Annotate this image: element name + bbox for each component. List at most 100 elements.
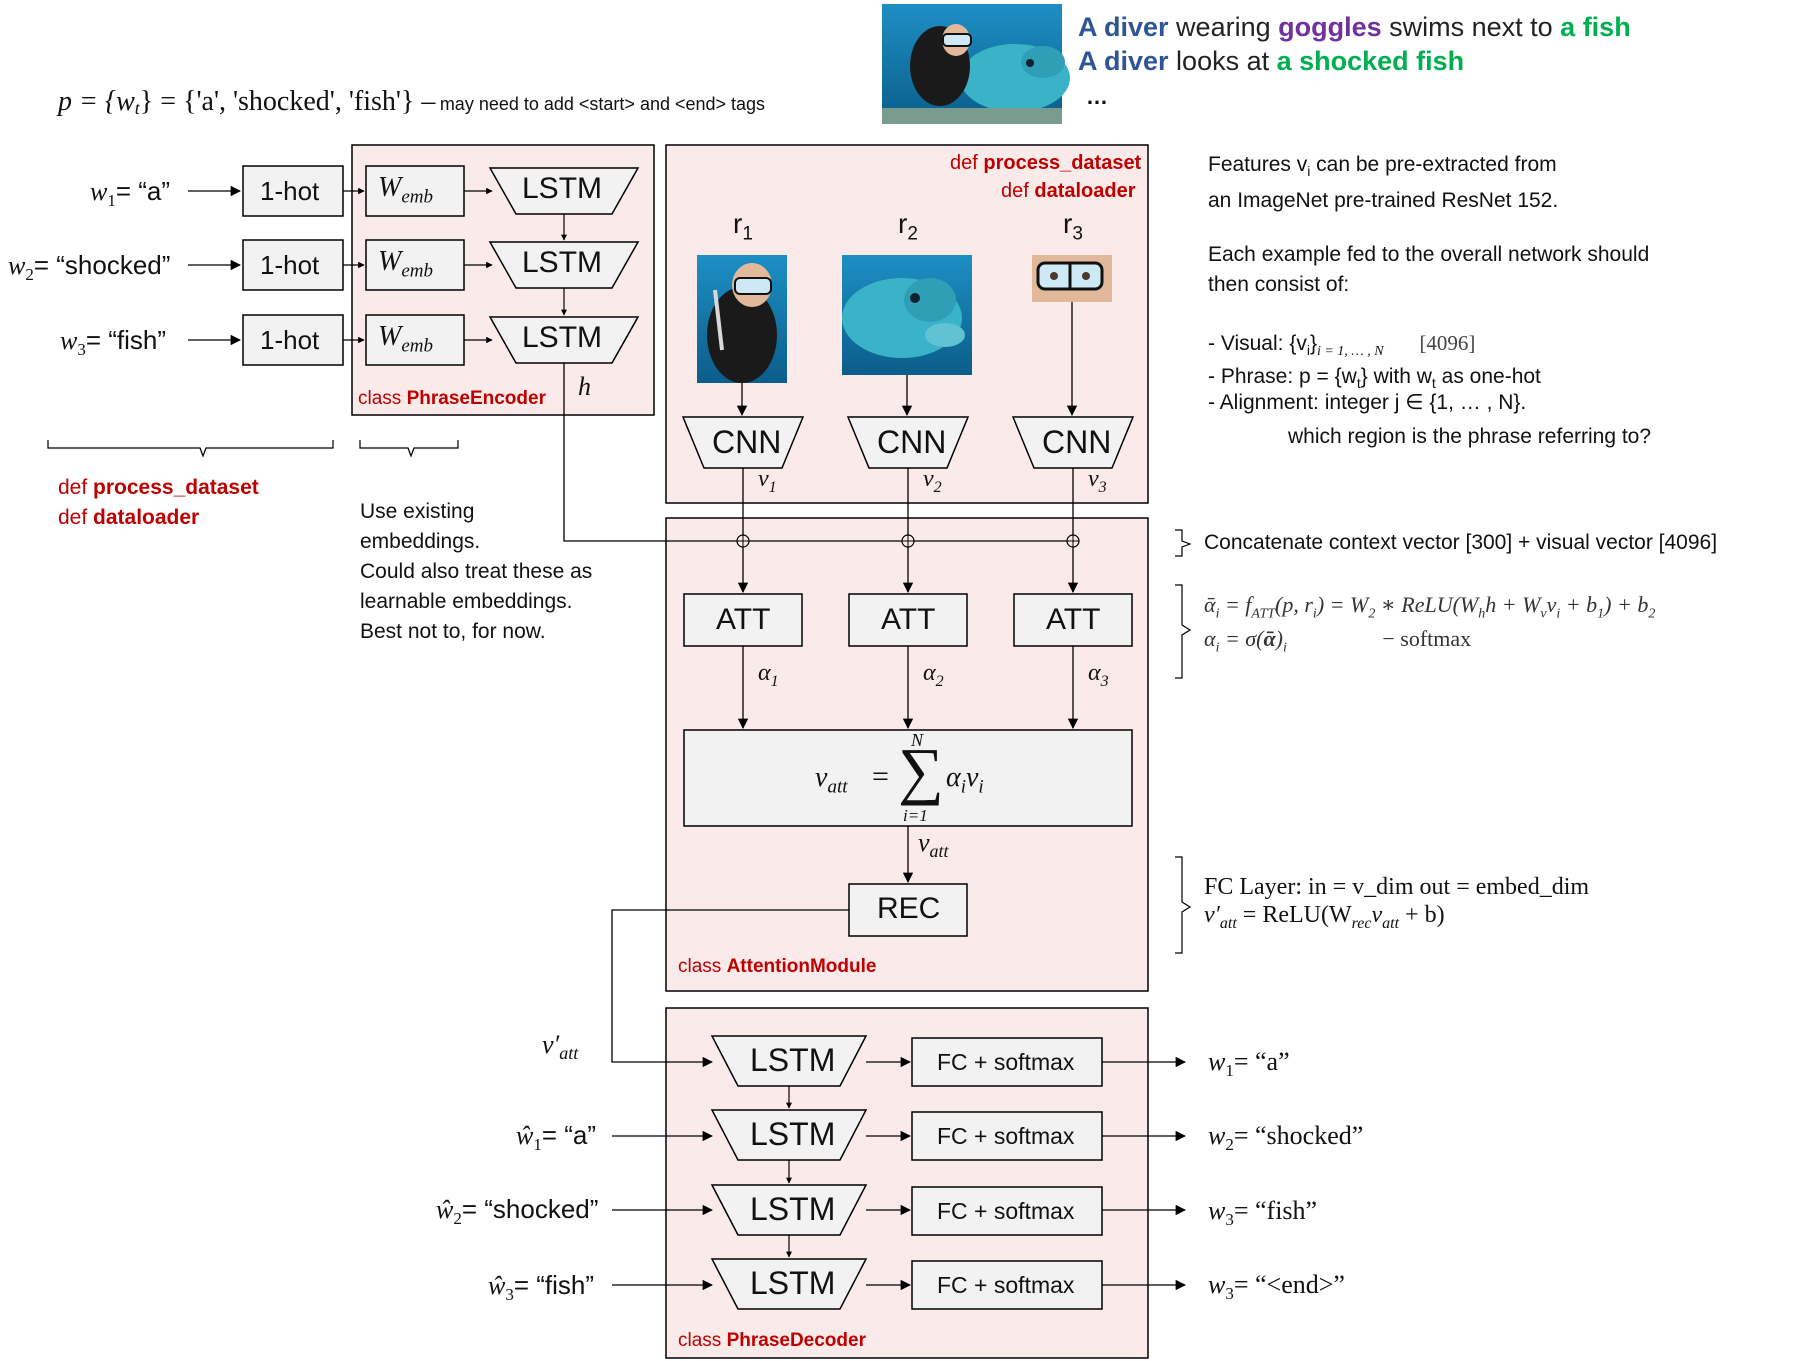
wemb-sub: emb — [401, 335, 433, 357]
fc-label-3: FC + softmax — [937, 1198, 1075, 1224]
input-value: = “shocked” — [33, 250, 171, 280]
note-text: Features v — [1208, 153, 1308, 176]
region-sub: 2 — [907, 223, 918, 245]
v-text: v — [758, 466, 769, 492]
sum-rhs: αivi — [946, 762, 984, 799]
region-r: r — [733, 208, 743, 239]
output-sub: 1 — [1225, 1061, 1234, 1081]
region-r: r — [1063, 208, 1073, 239]
eq-part: ᾱ — [1204, 592, 1216, 617]
cnn-label-1: CNN — [712, 424, 782, 460]
onehot-label-1: 1-hot — [260, 176, 320, 206]
note-text: } with w — [1360, 365, 1432, 388]
eq-sub: ATT — [1251, 606, 1276, 622]
decoder-input-2: ŵ2= “shocked” — [436, 1194, 598, 1229]
sum-lhs-text: v — [815, 762, 828, 793]
class-prefix: class — [678, 1330, 727, 1351]
note-line: Best not to, for now. — [360, 620, 546, 643]
alpha-sub: 1 — [770, 672, 779, 690]
cnn-label-3: CNN — [1042, 424, 1112, 460]
output-value: = “<end>” — [1233, 1270, 1345, 1299]
sum-rhs-alpha: α — [946, 762, 961, 793]
input-sub: 2 — [453, 1209, 462, 1229]
sum-bottom: i=1 — [903, 806, 928, 825]
output-sub: 2 — [1225, 1135, 1234, 1155]
note-text: - Phrase: p = {w — [1208, 365, 1357, 388]
input-value: = “a” — [115, 176, 171, 206]
def-prefix: def — [58, 506, 94, 529]
input-sub: 2 — [25, 265, 34, 285]
h-label: h — [578, 372, 591, 401]
visual-dim: [4096] — [1419, 331, 1476, 355]
phrase-definition: p = {wt} = {'a', 'shocked', 'fish'} – ma… — [58, 86, 765, 119]
fc-label-1: FC + softmax — [937, 1049, 1075, 1075]
decoder-class-label: class PhraseDecoder — [678, 1330, 866, 1352]
v-text: v — [1088, 466, 1099, 492]
wemb-label-1: Wemb — [378, 172, 433, 209]
region-label-2: r2 — [898, 208, 918, 246]
caption-ellipsis: … — [1086, 84, 1108, 109]
note-line: Each example fed to the overall network … — [1208, 243, 1650, 266]
alpha-sub: 3 — [1100, 672, 1109, 690]
encoder-input-3: w3= “fish” — [60, 325, 166, 360]
def-name: process_dataset — [983, 152, 1142, 174]
caption-shocked-fish: a shocked fish — [1276, 46, 1465, 76]
note-line: learnable embeddings. — [360, 590, 573, 613]
eq-part: + b) — [1399, 902, 1445, 928]
onehot-label-3: 1-hot — [260, 325, 320, 355]
wemb-label-3: Wemb — [378, 321, 433, 358]
encoder-input-2: w2= “shocked” — [8, 250, 170, 285]
alpha-text: α — [1088, 660, 1101, 686]
phrase-formula: p = {w — [58, 86, 135, 117]
input-word: w — [60, 326, 78, 355]
v-label-3: v3 — [1088, 466, 1107, 497]
alignment-question: which region is the phrase referring to? — [1288, 425, 1652, 448]
left-def-dataloader: def dataloader — [58, 506, 199, 530]
v-sub: 3 — [1098, 478, 1107, 496]
input-word: ŵ — [516, 1121, 534, 1150]
input-sub: 3 — [505, 1285, 514, 1305]
eq-part: h + W — [1485, 592, 1541, 617]
class-name: AttentionModule — [726, 956, 877, 977]
input-value: = “a” — [541, 1120, 597, 1150]
softmax-note: − softmax — [1382, 626, 1472, 651]
note-text: can be pre-extracted from — [1310, 153, 1557, 176]
region-image-2 — [842, 255, 972, 375]
alignment-note: - Alignment: integer j ∈ {1, … , N}. — [1208, 391, 1527, 414]
encoder-class-label: class PhraseEncoder — [358, 388, 546, 410]
region-image-1 — [697, 255, 787, 383]
def-prefix: def — [950, 152, 984, 174]
note-line: then consist of: — [1208, 273, 1350, 296]
v-sub: 2 — [933, 478, 942, 496]
brace-att — [1175, 584, 1192, 679]
eq-sub: att — [1382, 914, 1400, 932]
input-word: w — [90, 177, 108, 206]
fc-layer-line: FC Layer: in = v_dim out = embed_dim — [1204, 874, 1590, 900]
caption-diver: A diver — [1078, 12, 1169, 42]
class-prefix: class — [358, 388, 407, 409]
eq-part: (p, r — [1275, 592, 1313, 617]
def-name: dataloader — [93, 506, 200, 529]
input-word: v′ — [542, 1030, 560, 1059]
wemb-text: W — [378, 321, 402, 352]
output-value: = “shocked” — [1233, 1121, 1364, 1150]
alpha-text: α — [923, 660, 936, 686]
decoder-lstm-label-1: LSTM — [750, 1042, 836, 1078]
class-name: PhraseDecoder — [726, 1330, 866, 1351]
input-word: ŵ — [436, 1195, 454, 1224]
region-label-1: r1 — [733, 208, 753, 246]
att-label-2: ATT — [881, 603, 936, 636]
rec-label: REC — [877, 892, 941, 925]
att-label-3: ATT — [1046, 603, 1101, 636]
alpha-sub: 2 — [935, 672, 944, 690]
def-prefix: def — [1001, 180, 1035, 202]
input-value: = “fish” — [513, 1270, 595, 1300]
decoder-lstm-label-4: LSTM — [750, 1265, 836, 1301]
att-label-1: ATT — [716, 603, 771, 636]
decoder-input-3: ŵ3= “fish” — [488, 1270, 594, 1305]
wemb-label-2: Wemb — [378, 246, 433, 283]
input-value: = “shocked” — [461, 1194, 599, 1224]
eq-part: v′ — [1204, 902, 1220, 928]
phrase-note: may need to add <start> and <end> tags — [439, 94, 766, 114]
eq-sub: i — [1282, 640, 1287, 656]
